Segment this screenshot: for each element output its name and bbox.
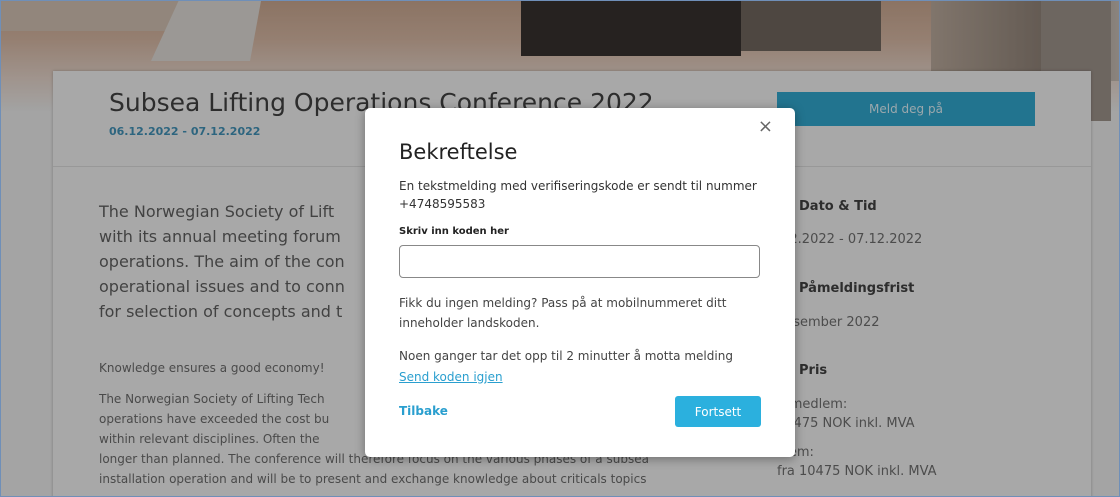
back-button[interactable]: Tilbake <box>399 404 448 418</box>
dialog-title: Bekreftelse <box>399 140 518 164</box>
verification-code-input[interactable] <box>399 245 760 278</box>
continue-button[interactable]: Fortsett <box>675 396 761 427</box>
browser-viewport: Subsea Lifting Operations Conference 202… <box>0 0 1120 497</box>
close-icon[interactable]: × <box>758 118 773 136</box>
wait-notice: Noen ganger tar det opp til 2 minutter å… <box>399 349 733 363</box>
code-input-label: Skriv inn koden her <box>399 226 509 237</box>
no-message-hint: Fikk du ingen melding? Pass på at mobiln… <box>399 296 727 330</box>
resend-code-link[interactable]: Send koden igjen <box>399 370 503 384</box>
dialog-description: En tekstmelding med verifiseringskode er… <box>399 179 757 211</box>
verification-dialog: × Bekreftelse En tekstmelding med verifi… <box>365 108 795 457</box>
